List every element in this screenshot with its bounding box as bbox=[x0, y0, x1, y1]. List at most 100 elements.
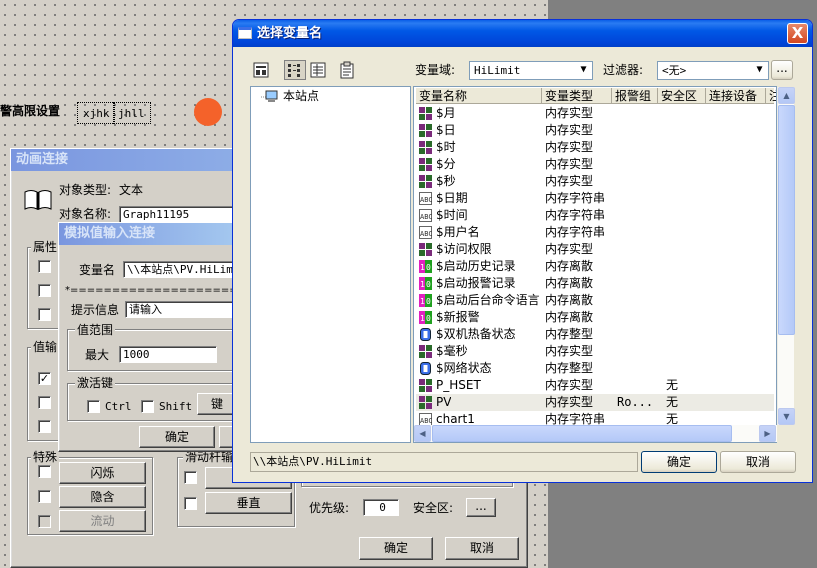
svg-text:1: 1 bbox=[420, 297, 425, 306]
blink-button[interactable]: 闪烁 bbox=[59, 462, 146, 484]
filter-select[interactable]: <无> ▼ bbox=[657, 61, 769, 80]
max-label: 最大 bbox=[85, 348, 110, 362]
tree-root-item[interactable]: 本站点 bbox=[261, 89, 351, 105]
slider-vertical-checkbox[interactable] bbox=[184, 497, 197, 510]
column-header-security[interactable]: 安全区 bbox=[658, 88, 706, 104]
hscroll-thumb[interactable] bbox=[432, 425, 732, 442]
variable-row[interactable]: $网络状态 内存整型 bbox=[416, 360, 774, 377]
variable-row[interactable]: $时 内存实型 bbox=[416, 139, 774, 156]
variable-row[interactable]: P_HSET 内存实型 无 bbox=[416, 377, 774, 394]
station-tree-panel[interactable]: 本站点 bbox=[250, 86, 411, 443]
variable-type-icon: 10 bbox=[419, 260, 432, 273]
object-type-value: 文本 bbox=[119, 183, 144, 197]
svg-text:0: 0 bbox=[426, 263, 431, 272]
column-header-name[interactable]: 变量名称 bbox=[416, 88, 542, 104]
variable-type-cell: 内存字符串 bbox=[545, 208, 606, 222]
attribute-checkbox-3[interactable] bbox=[38, 308, 51, 321]
prompt-field[interactable]: 请输入 bbox=[125, 301, 247, 318]
canvas-text-object-1[interactable]: xjhk bbox=[77, 102, 115, 124]
hide-checkbox[interactable] bbox=[38, 490, 51, 503]
horizontal-scrollbar[interactable]: ◀ ▶ bbox=[414, 425, 777, 442]
priority-field[interactable]: 0 bbox=[363, 499, 399, 516]
select-variable-titlebar[interactable]: 选择变量名 X bbox=[233, 20, 812, 47]
variable-row[interactable]: 1 0 $新报警 内存离散 bbox=[416, 309, 774, 326]
attribute-checkbox-2[interactable] bbox=[38, 284, 51, 297]
variable-row[interactable]: $月 内存实型 bbox=[416, 105, 774, 122]
column-header-device[interactable]: 连接设备 bbox=[706, 88, 766, 104]
slider-vertical-button[interactable]: 垂直 bbox=[205, 492, 292, 514]
scroll-up-icon[interactable]: ▲ bbox=[778, 87, 795, 104]
hide-button[interactable]: 隐含 bbox=[59, 486, 146, 508]
max-value-field[interactable]: 1000 bbox=[119, 346, 217, 363]
variable-type-icon bbox=[419, 379, 432, 392]
analog-input-checkbox[interactable]: ✓ bbox=[38, 372, 51, 385]
scroll-left-icon[interactable]: ◀ bbox=[414, 425, 431, 442]
blink-checkbox[interactable] bbox=[38, 465, 51, 478]
special-group-label: 特殊 bbox=[31, 450, 60, 464]
domain-select-value: HiLimit bbox=[474, 64, 521, 77]
column-header-type[interactable]: 变量类型 bbox=[542, 88, 612, 104]
flow-checkbox[interactable] bbox=[38, 515, 51, 528]
canvas-orange-circle[interactable] bbox=[194, 98, 222, 126]
key-button[interactable]: 键 bbox=[197, 393, 237, 415]
list-view-icon[interactable] bbox=[284, 60, 306, 80]
variable-row[interactable]: $日 内存实型 bbox=[416, 122, 774, 139]
variable-row[interactable]: $秒 内存实型 bbox=[416, 173, 774, 190]
value-input-checkbox-2[interactable] bbox=[38, 396, 51, 409]
variable-type-icon bbox=[419, 141, 432, 154]
variable-type-icon bbox=[419, 362, 432, 375]
value-input-checkbox-3[interactable] bbox=[38, 420, 51, 433]
variable-type-cell: 内存实型 bbox=[545, 174, 594, 188]
analog-ok-button[interactable]: 确定 bbox=[139, 426, 215, 448]
variable-row[interactable]: $分 内存实型 bbox=[416, 156, 774, 173]
select-ok-button[interactable]: 确定 bbox=[641, 451, 717, 473]
security-area-button[interactable]: ... bbox=[466, 498, 496, 517]
object-name-field[interactable]: Graph11195 bbox=[119, 206, 239, 223]
variable-name-cell: $网络状态 bbox=[436, 361, 492, 375]
canvas-text-object-2[interactable]: jhll bbox=[113, 102, 151, 124]
analog-input-titlebar: 模拟值输入连接 bbox=[59, 223, 243, 245]
chevron-down-icon[interactable]: ▼ bbox=[752, 63, 767, 78]
variable-row[interactable]: ABC $日期 内存字符串 bbox=[416, 190, 774, 207]
select-cancel-button[interactable]: 取消 bbox=[720, 451, 796, 473]
select-variable-dialog: 选择变量名 X 变量域: HiLimit ▼ 过滤器: <无> ▼ ... 本站… bbox=[232, 19, 813, 483]
variable-row[interactable]: $双机热备状态 内存整型 bbox=[416, 326, 774, 343]
properties-icon[interactable] bbox=[336, 60, 358, 80]
prompt-label: 提示信息 bbox=[71, 303, 120, 317]
variable-type-cell: 内存实型 bbox=[545, 242, 594, 256]
vertical-scrollbar[interactable]: ▲ ▼ bbox=[777, 87, 795, 425]
variable-row[interactable]: PV 内存实型 Ro... 无 bbox=[416, 394, 774, 411]
shift-checkbox[interactable] bbox=[141, 400, 154, 413]
close-icon[interactable]: X bbox=[787, 23, 808, 44]
variable-row[interactable]: $访问权限 内存实型 bbox=[416, 241, 774, 258]
animation-ok-button[interactable]: 确定 bbox=[359, 537, 433, 560]
scroll-thumb[interactable] bbox=[778, 105, 795, 335]
variable-row[interactable]: 1 0 $启动报警记录 内存离散 bbox=[416, 275, 774, 292]
column-header-note[interactable]: 注 bbox=[766, 88, 776, 104]
details-view-icon[interactable] bbox=[307, 60, 329, 80]
variable-row[interactable]: 1 0 $启动历史记录 内存离散 bbox=[416, 258, 774, 275]
ctrl-checkbox[interactable] bbox=[87, 400, 100, 413]
flow-button[interactable]: 流动 bbox=[59, 510, 146, 532]
scroll-down-icon[interactable]: ▼ bbox=[778, 408, 795, 425]
variable-row[interactable]: ABC $时间 内存字符串 bbox=[416, 207, 774, 224]
scroll-right-icon[interactable]: ▶ bbox=[759, 425, 776, 442]
slider-horizontal-checkbox[interactable] bbox=[184, 471, 197, 484]
variable-name-cell: $毫秒 bbox=[436, 344, 468, 358]
large-icons-view-icon[interactable] bbox=[250, 60, 272, 80]
variable-name-cell: $用户名 bbox=[436, 225, 480, 239]
shift-label: Shift bbox=[159, 400, 193, 413]
attribute-checkbox-1[interactable] bbox=[38, 260, 51, 273]
priority-label: 优先级: bbox=[309, 501, 350, 515]
variable-name-field[interactable]: \\本站点\PV.HiLimit bbox=[123, 261, 247, 278]
canvas-label-high-limit[interactable]: 警高限设置 bbox=[0, 104, 60, 119]
variable-row[interactable]: $毫秒 内存实型 bbox=[416, 343, 774, 360]
variable-row[interactable]: 1 0 $启动后台命令语言 内存离散 bbox=[416, 292, 774, 309]
animation-cancel-button[interactable]: 取消 bbox=[445, 537, 519, 560]
chevron-down-icon[interactable]: ▼ bbox=[576, 63, 591, 78]
variable-row[interactable]: ABC $用户名 内存字符串 bbox=[416, 224, 774, 241]
column-header-alarm[interactable]: 报警组 bbox=[612, 88, 658, 104]
variable-type-cell: 内存实型 bbox=[545, 123, 594, 137]
filter-browse-button[interactable]: ... bbox=[771, 60, 793, 80]
domain-select[interactable]: HiLimit ▼ bbox=[469, 61, 593, 80]
